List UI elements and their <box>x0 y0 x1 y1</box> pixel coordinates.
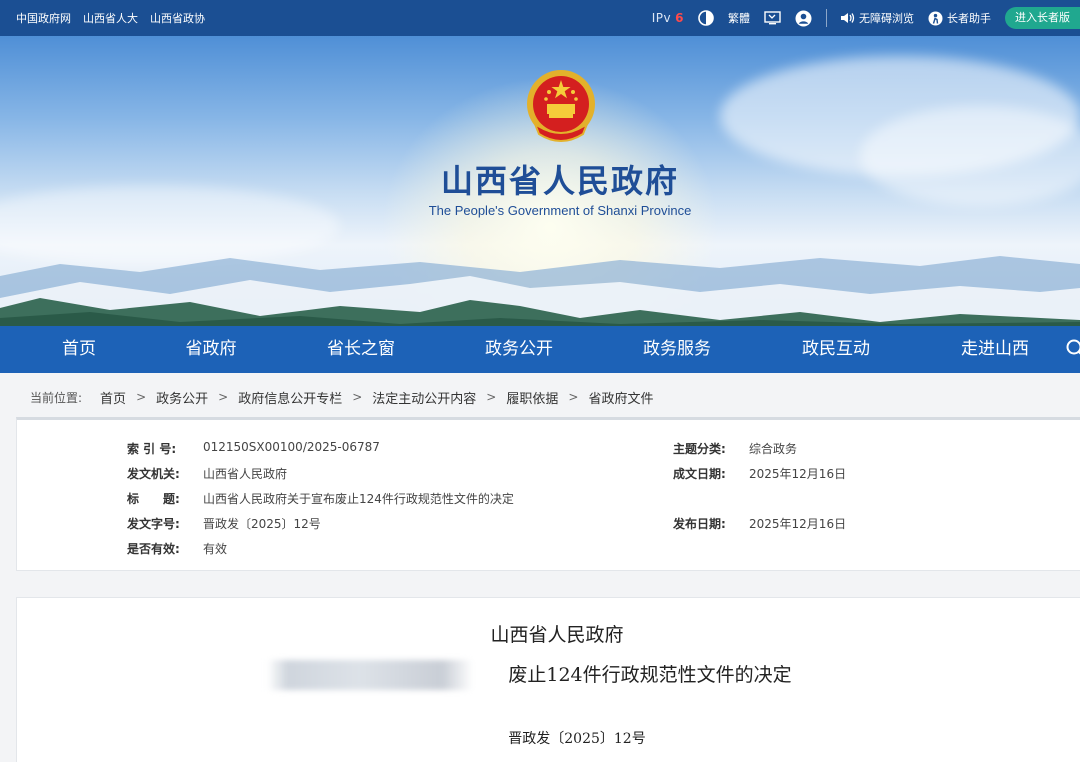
breadcrumb-info-column[interactable]: 政府信息公开专栏 <box>238 388 342 407</box>
accessible-browse-button[interactable]: 无障碍浏览 <box>839 10 914 26</box>
nav-provincial-government[interactable]: 省政府 <box>156 326 266 373</box>
link-gov-cn[interactable]: 中国政府网 <box>16 10 71 26</box>
blurred-overlay <box>267 660 473 690</box>
meta-issuer-value: 山西省人民政府 <box>203 467 288 481</box>
divider <box>826 9 827 27</box>
document-body: 山西省人民政府 废止124件行政规范性文件的决定 晋政发〔2025〕12号 <box>16 597 1080 762</box>
elder-icon <box>928 11 943 25</box>
meta-title-label: 标 题: <box>127 492 180 506</box>
elder-mode-button[interactable]: 进入长者版 <box>1005 7 1080 29</box>
meta-index-value: 012150SX00100/2025-06787 <box>203 440 380 454</box>
document-issuing-org: 山西省人民政府 <box>490 624 624 646</box>
nav-government-services[interactable]: 政务服务 <box>622 326 732 373</box>
nav-government-affairs-disclosure[interactable]: 政务公开 <box>464 326 574 373</box>
breadcrumb-separator: > <box>218 390 229 404</box>
breadcrumb-home[interactable]: 首页 <box>100 388 126 407</box>
external-links: 中国政府网 山西省人大 山西省政协 <box>16 0 205 36</box>
utility-tools: IPv 6 繁體 无障碍浏览 长者助手 进入长者版 <box>652 0 1080 36</box>
meta-docno-value: 晋政发〔2025〕12号 <box>203 517 321 531</box>
nav-public-interaction[interactable]: 政民互动 <box>781 326 891 373</box>
ipv6-prefix: IPv <box>651 11 672 25</box>
main-navigation: 首页 省政府 省长之窗 政务公开 政务服务 政民互动 走进山西 <box>0 326 1080 373</box>
speaker-icon <box>841 13 855 23</box>
breadcrumb-duty-basis[interactable]: 履职依据 <box>506 388 558 407</box>
breadcrumb-separator: > <box>568 390 579 404</box>
user-account-icon[interactable] <box>795 10 812 27</box>
meta-valid-label: 是否有效: <box>127 542 180 556</box>
document-number: 晋政发〔2025〕12号 <box>508 731 646 747</box>
link-provincial-congress[interactable]: 山西省人大 <box>83 10 138 26</box>
meta-valid-value: 有效 <box>203 542 228 556</box>
national-emblem-icon <box>527 70 595 142</box>
accessible-browse-label: 无障碍浏览 <box>859 12 914 25</box>
meta-valid: 是否有效: 有效 <box>127 540 227 557</box>
breadcrumb-separator: > <box>136 390 147 404</box>
meta-title-value: 山西省人民政府关于宣布废止124件行政规范性文件的决定 <box>203 492 514 506</box>
search-icon[interactable] <box>1066 339 1080 359</box>
site-subtitle: The People's Government of Shanxi Provin… <box>428 203 692 218</box>
meta-created: 成文日期: 2025年12月16日 <box>673 465 846 482</box>
ipv6-badge: IPv 6 <box>652 11 684 25</box>
nav-home[interactable]: 首页 <box>24 326 134 373</box>
contrast-toggle-icon[interactable] <box>698 10 714 26</box>
meta-published-label: 发布日期: <box>673 517 726 531</box>
screen-reader-icon[interactable] <box>764 11 781 25</box>
meta-docno: 发文字号: 晋政发〔2025〕12号 <box>127 515 321 532</box>
nav-explore-shanxi[interactable]: 走进山西 <box>940 326 1050 373</box>
meta-issuer-label: 发文机关: <box>127 467 180 481</box>
breadcrumb-provincial-documents[interactable]: 省政府文件 <box>588 388 653 407</box>
elder-assistant-label: 长者助手 <box>947 12 991 25</box>
breadcrumb: 当前位置: 首页 > 政务公开 > 政府信息公开专栏 > 法定主动公开内容 > … <box>30 386 653 408</box>
meta-published-value: 2025年12月16日 <box>749 517 847 531</box>
document-title-area: 废止124件行政规范性文件的决定 <box>267 660 827 690</box>
traditional-label: 繁體 <box>728 12 750 25</box>
link-provincial-cppcc[interactable]: 山西省政协 <box>150 10 205 26</box>
meta-published: 发布日期: 2025年12月16日 <box>673 515 846 532</box>
meta-title: 标 题: 山西省人民政府关于宣布废止124件行政规范性文件的决定 <box>127 490 514 507</box>
top-utility-bar: 中国政府网 山西省人大 山西省政协 IPv 6 繁體 无障碍浏览 长者助手 进入长… <box>0 0 1080 36</box>
breadcrumb-separator: > <box>352 390 363 404</box>
meta-created-label: 成文日期: <box>673 467 726 481</box>
meta-topic-label: 主题分类: <box>673 442 726 456</box>
document-metadata-panel: 索 引 号: 012150SX00100/2025-06787 主题分类: 综合… <box>16 417 1080 571</box>
meta-topic: 主题分类: 综合政务 <box>673 440 797 457</box>
breadcrumb-statutory-content[interactable]: 法定主动公开内容 <box>372 388 476 407</box>
ipv6-suffix: 6 <box>675 11 684 25</box>
meta-docno-label: 发文字号: <box>127 517 180 531</box>
meta-topic-value: 综合政务 <box>749 442 798 456</box>
mountain-landscape <box>0 256 1080 326</box>
site-title: 山西省人民政府 <box>440 162 679 200</box>
breadcrumb-lead: 当前位置: <box>30 390 83 405</box>
traditional-chinese-button[interactable]: 繁體 <box>728 10 750 26</box>
header-banner: 山西省人民政府 The People's Government of Shanx… <box>0 36 1080 326</box>
elder-assistant-button[interactable]: 长者助手 <box>928 10 991 26</box>
meta-created-value: 2025年12月16日 <box>749 467 847 481</box>
breadcrumb-disclosure[interactable]: 政务公开 <box>156 388 208 407</box>
breadcrumb-separator: > <box>486 390 497 404</box>
nav-governor-window[interactable]: 省长之窗 <box>306 326 416 373</box>
meta-index: 索 引 号: 012150SX00100/2025-06787 <box>127 440 380 457</box>
meta-issuer: 发文机关: 山西省人民政府 <box>127 465 287 482</box>
meta-index-label: 索 引 号: <box>127 442 177 456</box>
